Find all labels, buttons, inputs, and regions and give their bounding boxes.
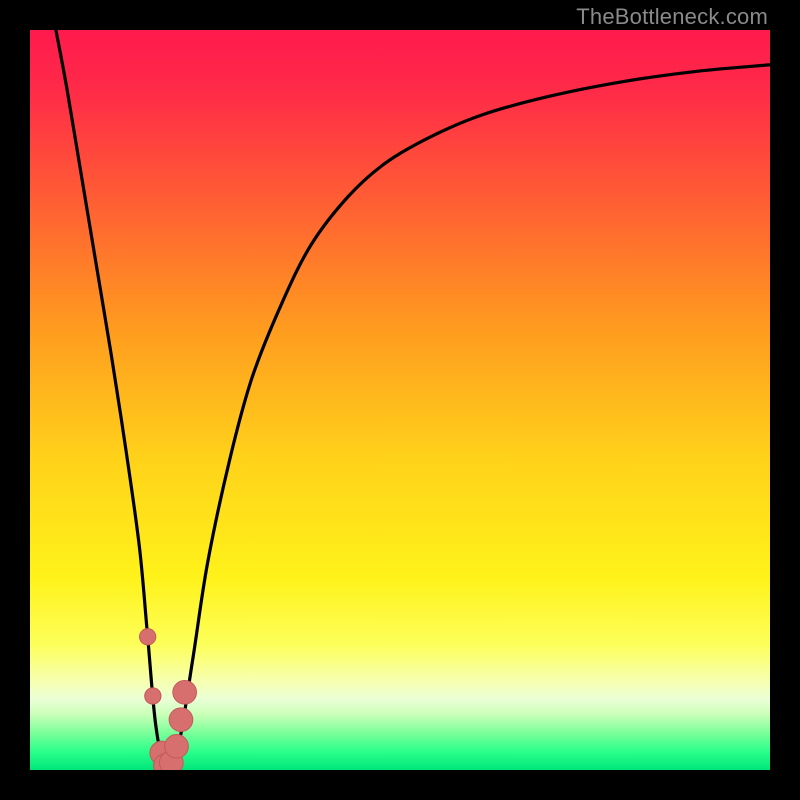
data-point [169, 708, 193, 732]
plot-area [30, 30, 770, 770]
outer-frame: TheBottleneck.com [0, 0, 800, 800]
data-point [145, 688, 161, 704]
data-point [140, 629, 156, 645]
data-point [165, 734, 189, 758]
data-point [173, 680, 197, 704]
watermark-text: TheBottleneck.com [576, 4, 768, 30]
chart-svg [30, 30, 770, 770]
bottleneck-curve [56, 30, 770, 768]
